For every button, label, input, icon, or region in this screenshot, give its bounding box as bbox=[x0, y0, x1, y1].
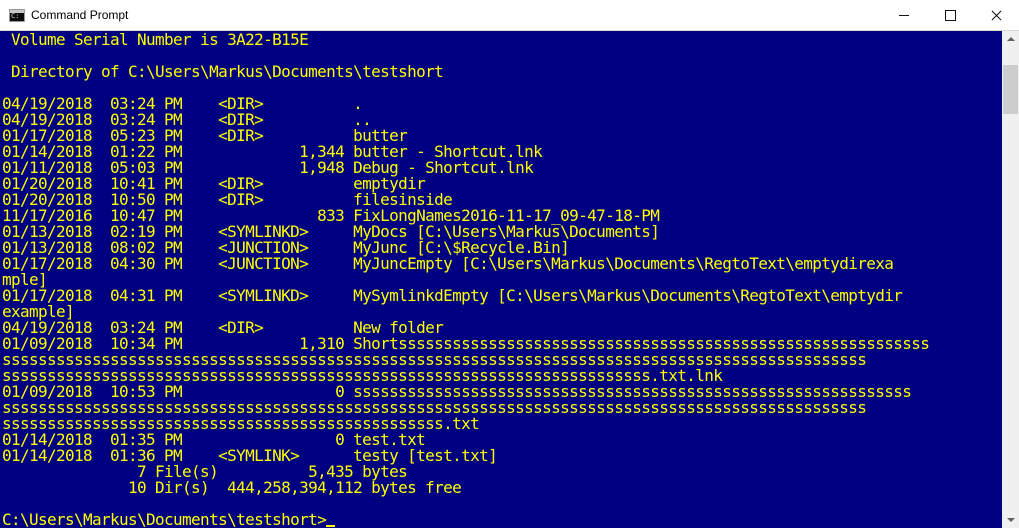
console-line: 10 Dir(s) 444,258,394,112 bytes free bbox=[2, 478, 462, 497]
command-prompt-line[interactable]: C:\Users\Markus\Documents\testshort> bbox=[2, 512, 929, 528]
console-line: Directory of C:\Users\Markus\Documents\t… bbox=[2, 62, 444, 81]
console-text: Volume Serial Number is 3A22-B15E Direct… bbox=[2, 31, 930, 528]
text-cursor bbox=[326, 525, 336, 527]
console-output[interactable]: Volume Serial Number is 3A22-B15E Direct… bbox=[0, 31, 1002, 528]
window-controls bbox=[881, 0, 1019, 31]
prompt-text: C:\Users\Markus\Documents\testshort> bbox=[2, 510, 327, 528]
scroll-up-arrow-icon[interactable] bbox=[1002, 31, 1019, 48]
minimize-icon[interactable] bbox=[881, 0, 927, 31]
scrollbar-thumb[interactable] bbox=[1003, 65, 1018, 114]
cmd-icon[interactable] bbox=[9, 8, 25, 22]
command-prompt-window: Command Prompt Volume Serial Number is 3… bbox=[0, 0, 1019, 528]
vertical-scrollbar[interactable] bbox=[1002, 31, 1019, 528]
window-title: Command Prompt bbox=[31, 8, 129, 22]
console-line: 01/17/2018 04:30 PM <JUNCTION> MyJuncEmp… bbox=[2, 254, 894, 273]
title-bar[interactable]: Command Prompt bbox=[0, 0, 1019, 31]
console-line: Volume Serial Number is 3A22-B15E bbox=[2, 31, 309, 49]
close-icon[interactable] bbox=[973, 0, 1019, 31]
console-line: 01/17/2018 04:31 PM <SYMLINKD> MySymlink… bbox=[2, 286, 903, 305]
scroll-down-arrow-icon[interactable] bbox=[1002, 511, 1019, 528]
maximize-icon[interactable] bbox=[927, 0, 973, 31]
